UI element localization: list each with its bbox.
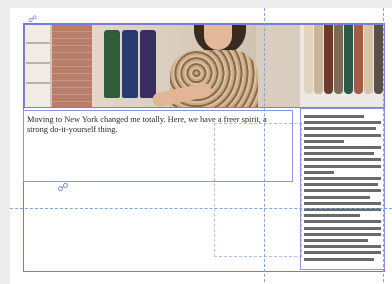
placeholder-text-line: [304, 115, 364, 118]
placeholder-text-line: [304, 133, 381, 137]
vertical-ruler-guide[interactable]: [383, 8, 384, 282]
placeholder-text-line: [304, 201, 381, 205]
placeholder-text-line: [304, 170, 334, 174]
placeholder-text-line: [304, 214, 360, 218]
placeholder-text-line: [304, 239, 368, 242]
placeholder-text-line: [304, 251, 381, 255]
placeholder-text-line: [304, 177, 381, 180]
placeholder-text-line: [304, 146, 381, 149]
placeholder-text-line: [304, 183, 378, 187]
placeholder-text-line: [304, 257, 374, 261]
empty-frame[interactable]: [214, 123, 302, 257]
placeholder-text-line: [304, 158, 381, 162]
image-frame-outline: [24, 24, 385, 108]
placeholder-text-line: [304, 189, 381, 193]
link-icon[interactable]: ☍: [28, 16, 40, 25]
placeholder-text-line: [304, 139, 344, 143]
placeholder-text-line: [304, 220, 381, 224]
placeholder-text-line: [304, 232, 381, 236]
placeholder-text-line: [304, 127, 376, 131]
placeholder-text-line: [304, 195, 370, 199]
link-icon[interactable]: ☍: [55, 182, 71, 193]
horizontal-ruler-guide[interactable]: [10, 208, 392, 209]
placeholder-text-line: [304, 245, 381, 249]
vertical-ruler-guide[interactable]: [264, 8, 265, 282]
column-text-frame[interactable]: [300, 108, 385, 270]
placeholder-text-line: [304, 152, 374, 156]
placeholder-text-line: [304, 164, 381, 168]
placeholder-text-line: [304, 226, 381, 230]
placeholder-text-line: [304, 121, 381, 125]
